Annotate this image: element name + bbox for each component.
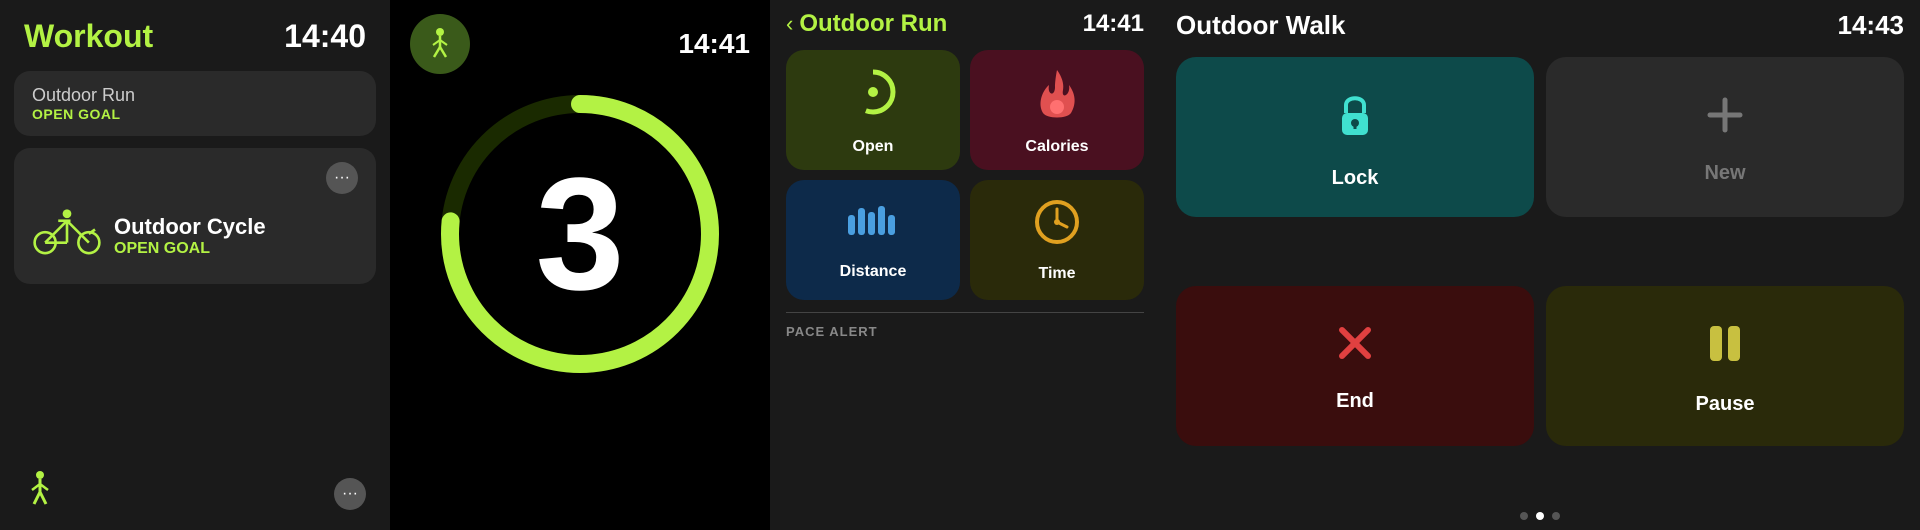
panel2-time: 14:41 [678,28,750,60]
panel4-header: Outdoor Walk 14:43 [1176,10,1904,41]
panel3-time: 14:41 [1083,10,1144,38]
walk-dots-button[interactable]: ··· [334,478,366,510]
plus-icon [1700,90,1750,152]
page-dots [1176,512,1904,520]
metric-distance-label: Distance [840,263,907,281]
panel1-time: 14:40 [284,18,366,55]
panel2-header: 14:41 [390,14,770,74]
time-icon [1032,197,1082,257]
lock-label: Lock [1332,167,1379,190]
outdoor-walk-panel: Outdoor Walk 14:43 Lock [1160,0,1920,530]
countdown-ring: 3 [430,84,730,384]
metric-open-label: Open [853,138,894,156]
outdoor-run-name: Outdoor Run [32,85,135,106]
panel1-bottom: ··· [0,458,390,530]
metric-time-button[interactable]: Time [970,180,1144,300]
panel4-title: Outdoor Walk [1176,10,1345,41]
dot-1 [1520,512,1528,520]
new-label: New [1704,162,1745,185]
lock-button[interactable]: Lock [1176,57,1534,217]
countdown-number: 3 [536,154,625,314]
new-button[interactable]: New [1546,57,1904,217]
pause-label: Pause [1696,393,1755,416]
control-grid: Lock New End [1176,57,1904,502]
panel4-time: 14:43 [1838,10,1905,41]
dot-3 [1552,512,1560,520]
metric-calories-button[interactable]: Calories [970,50,1144,170]
pause-button[interactable]: Pause [1546,286,1904,446]
panel1-header: Workout 14:40 [0,0,390,65]
dots-icon: ··· [334,169,350,187]
cycle-goal: OPEN GOAL [114,240,266,258]
end-button[interactable]: End [1176,286,1534,446]
pause-icon [1700,316,1750,383]
workout-panel: Workout 14:40 Outdoor Run OPEN GOAL ··· [0,0,390,530]
panel3-header: ‹ Outdoor Run 14:41 [786,10,1144,38]
pace-alert-text: PACE ALERT [786,324,878,339]
metric-time-label: Time [1038,265,1075,283]
metric-grid: Open Calories [786,50,1144,300]
outdoor-run-item[interactable]: Outdoor Run OPEN GOAL [14,71,376,136]
calories-icon [1035,65,1080,130]
panel3-title: Outdoor Run [799,10,947,38]
metric-open-button[interactable]: Open [786,50,960,170]
outdoor-run-panel: ‹ Outdoor Run 14:41 Open [770,0,1160,530]
end-label: End [1336,390,1374,413]
lock-icon [1330,85,1380,157]
cycle-name: Outdoor Cycle [114,214,266,240]
walk-icon [24,470,56,518]
end-icon [1330,318,1380,380]
outdoor-cycle-item[interactable]: ··· [14,148,376,284]
run-icon-circle [410,14,470,74]
walk-dots-icon: ··· [342,485,358,503]
back-button[interactable]: ‹ [786,11,793,37]
metric-calories-label: Calories [1025,138,1088,156]
pace-alert-bar: PACE ALERT [786,312,1144,341]
dot-2 [1536,512,1544,520]
distance-icon [843,200,903,255]
open-icon [846,65,901,130]
outdoor-run-goal: OPEN GOAL [32,106,135,122]
countdown-panel: 14:41 3 [390,0,770,530]
cycle-dots-button[interactable]: ··· [326,162,358,194]
panel1-title: Workout [24,18,153,55]
cycle-icon [32,202,102,270]
metric-distance-button[interactable]: Distance [786,180,960,300]
